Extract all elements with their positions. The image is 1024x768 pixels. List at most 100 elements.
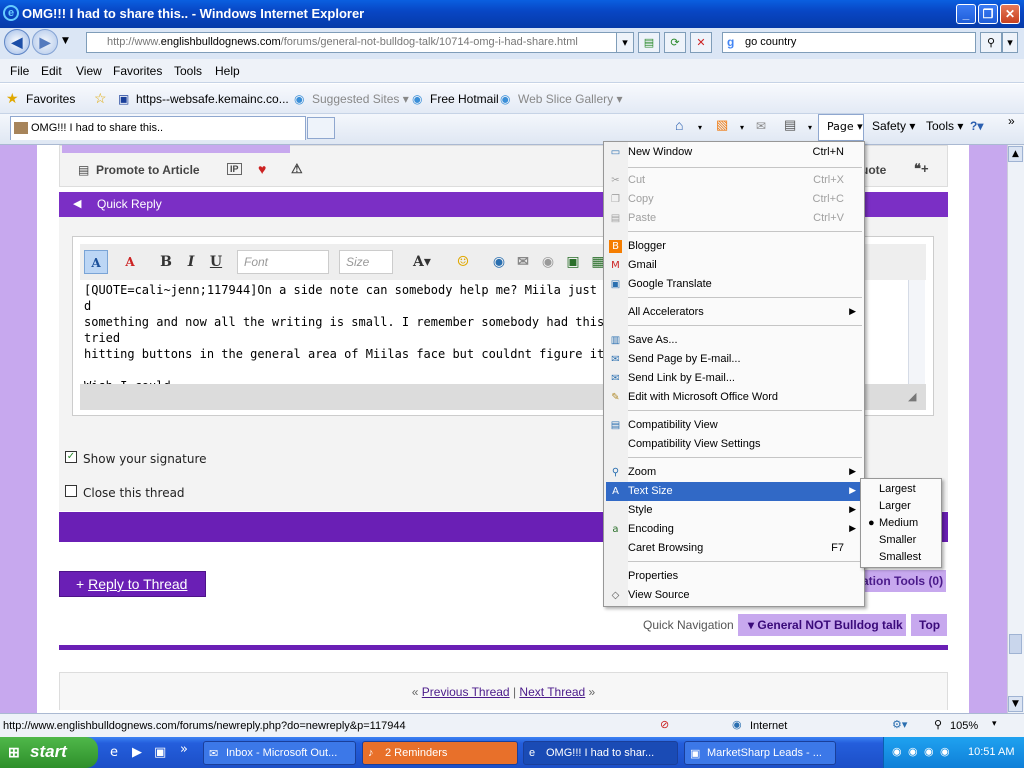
new-tab-button[interactable]	[307, 117, 335, 139]
font-select[interactable]: Font	[237, 250, 329, 274]
menu-favorites[interactable]: Favorites	[113, 64, 162, 78]
unlink-icon[interactable]: ◉	[536, 250, 560, 274]
tray-icon-1[interactable]: ◉	[892, 745, 902, 758]
favorites-button[interactable]: Favorites	[26, 92, 75, 106]
switch-editor-icon[interactable]: A	[84, 250, 108, 274]
close-thread-checkbox[interactable]	[65, 485, 77, 497]
quicklaunch-desktop-icon[interactable]: ▣	[154, 745, 166, 760]
add-favorite-icon[interactable]: ☆	[94, 90, 107, 107]
menu-google-translate[interactable]: ▣ Google Translate	[606, 275, 862, 294]
tray-icon-3[interactable]: ◉	[924, 745, 934, 758]
start-button[interactable]: ⊞ start	[0, 737, 98, 768]
resize-grip-icon[interactable]: ◢	[908, 390, 916, 403]
recent-pages-icon[interactable]: ▼	[62, 36, 69, 46]
taskbar-marketsharp[interactable]: ▣ MarketSharp Leads - ...	[684, 741, 836, 765]
menu-paste[interactable]: ▤ Paste Ctrl+V	[606, 209, 862, 228]
maximize-button[interactable]: ❐	[978, 4, 998, 24]
home-icon[interactable]: ⌂	[675, 117, 683, 133]
insert-email-icon[interactable]: ✉	[511, 250, 535, 274]
size-select[interactable]: Size	[339, 250, 393, 274]
tray-icon-2[interactable]: ◉	[908, 745, 918, 758]
popup-blocker-icon[interactable]: ⊘	[660, 718, 669, 731]
page-menu-button[interactable]: Page ▾	[818, 114, 864, 141]
address-dropdown-icon[interactable]: ▾	[616, 32, 634, 53]
help-icon[interactable]: ?▾	[970, 119, 983, 133]
zoom-level[interactable]: 105%	[950, 720, 978, 732]
text-size-smallest[interactable]: Smallest	[863, 548, 939, 567]
quicklaunch-ie-icon[interactable]: e	[110, 745, 118, 760]
menu-all-accelerators[interactable]: All Accelerators ▶	[606, 303, 862, 322]
menu-file[interactable]: File	[10, 64, 29, 78]
tools-menu-button[interactable]: Tools ▾	[926, 119, 963, 133]
taskbar-reminders[interactable]: ♪ 2 Reminders	[362, 741, 518, 765]
scroll-up-icon[interactable]: ▲	[1008, 146, 1023, 162]
show-signature-checkbox[interactable]: ✓	[65, 451, 77, 463]
taskbar-ie-active[interactable]: e OMG!!! I had to shar...	[523, 741, 678, 765]
reply-to-thread-button[interactable]: + Reply to Thread	[59, 571, 206, 597]
search-input[interactable]: go country	[722, 32, 976, 53]
tab-active[interactable]: OMG!!! I had to share this..	[10, 116, 306, 140]
menu-compatibility-view[interactable]: ▤ Compatibility View	[606, 416, 862, 435]
clock[interactable]: 10:51 AM	[968, 746, 1014, 758]
smiley-icon[interactable]: ☺	[451, 250, 475, 274]
fav-websafe[interactable]: https--websafe.kemainc.co...	[136, 92, 289, 106]
refresh-icon[interactable]: ⟳	[664, 32, 686, 53]
menu-save-as[interactable]: ▥ Save As...	[606, 331, 862, 350]
text-color-icon[interactable]: A▾	[410, 250, 434, 274]
menu-gmail[interactable]: M Gmail	[606, 256, 862, 275]
menu-zoom[interactable]: ⚲ Zoom ▶	[606, 463, 862, 482]
close-button[interactable]: ✕	[1000, 4, 1020, 24]
menu-blogger[interactable]: B Blogger	[606, 237, 862, 256]
menu-compatibility-settings[interactable]: Compatibility View Settings	[606, 435, 862, 454]
print-icon[interactable]: ▤	[784, 117, 796, 133]
insert-link-icon[interactable]: ◉	[487, 250, 511, 274]
fav-free-hotmail[interactable]: Free Hotmail	[430, 92, 499, 106]
menu-copy[interactable]: ❐ Copy Ctrl+C	[606, 190, 862, 209]
next-thread-link[interactable]: Next Thread	[519, 685, 585, 699]
bold-icon[interactable]: B	[154, 250, 178, 274]
menu-view-source[interactable]: ◇ View Source	[606, 586, 862, 605]
print-dropdown-icon[interactable]: ▾	[808, 123, 812, 132]
fav-suggested-sites[interactable]: Suggested Sites ▾	[312, 92, 409, 106]
feeds-icon[interactable]: ▧	[716, 117, 728, 133]
menu-view[interactable]: View	[76, 64, 102, 78]
safety-menu-button[interactable]: Safety ▾	[872, 119, 915, 133]
quicklaunch-more-icon[interactable]: »	[180, 742, 188, 757]
italic-icon[interactable]: I	[179, 250, 203, 274]
menu-edit-word[interactable]: ✎ Edit with Microsoft Office Word	[606, 388, 862, 407]
search-options-icon[interactable]: ▾	[1002, 32, 1018, 53]
quicklaunch-media-icon[interactable]: ▶	[132, 745, 142, 760]
quick-navigation-select[interactable]: ▾ General NOT Bulldog talk	[738, 614, 906, 636]
taskbar-outlook[interactable]: ✉ Inbox - Microsoft Out...	[203, 741, 356, 765]
menu-style[interactable]: Style ▶	[606, 501, 862, 520]
stop-icon[interactable]: ✕	[690, 32, 712, 53]
menu-new-window[interactable]: ▭ New Window Ctrl+N	[606, 143, 862, 162]
zoom-dropdown-icon[interactable]: ▾	[992, 718, 997, 729]
remove-format-icon[interactable]: A	[118, 250, 142, 274]
back-button[interactable]: ◀	[4, 29, 30, 55]
menu-send-link[interactable]: ✉ Send Link by E-mail...	[606, 369, 862, 388]
scroll-thumb[interactable]	[1009, 634, 1022, 654]
fav-web-slice-gallery[interactable]: Web Slice Gallery ▾	[518, 92, 623, 106]
scroll-down-icon[interactable]: ▼	[1008, 696, 1023, 712]
address-input[interactable]: http://www.englishbulldognews.com/forums…	[86, 32, 634, 53]
more-commands-icon[interactable]: »	[1008, 114, 1015, 128]
menu-send-page[interactable]: ✉ Send Page by E-mail...	[606, 350, 862, 369]
menu-caret-browsing[interactable]: Caret Browsing F7	[606, 539, 862, 558]
menu-properties[interactable]: Properties	[606, 567, 862, 586]
reputation-icon[interactable]: ♥	[258, 161, 266, 177]
promote-to-article[interactable]: Promote to Article	[96, 163, 200, 177]
menu-cut[interactable]: ✂ Cut Ctrl+X	[606, 171, 862, 190]
page-scrollbar[interactable]	[1007, 145, 1024, 713]
tray-icon-4[interactable]: ◉	[940, 745, 950, 758]
minimize-button[interactable]: _	[956, 4, 976, 24]
menu-encoding[interactable]: a Encoding ▶	[606, 520, 862, 539]
menu-text-size[interactable]: A Text Size ▶	[606, 482, 862, 501]
menu-tools[interactable]: Tools	[174, 64, 202, 78]
menu-edit[interactable]: Edit	[41, 64, 62, 78]
home-dropdown-icon[interactable]: ▾	[698, 123, 702, 132]
compatibility-icon[interactable]: ▤	[638, 32, 660, 53]
underline-icon[interactable]: U	[204, 250, 228, 274]
read-mail-icon[interactable]: ✉	[756, 119, 766, 133]
report-icon[interactable]: ⚠	[291, 161, 303, 177]
